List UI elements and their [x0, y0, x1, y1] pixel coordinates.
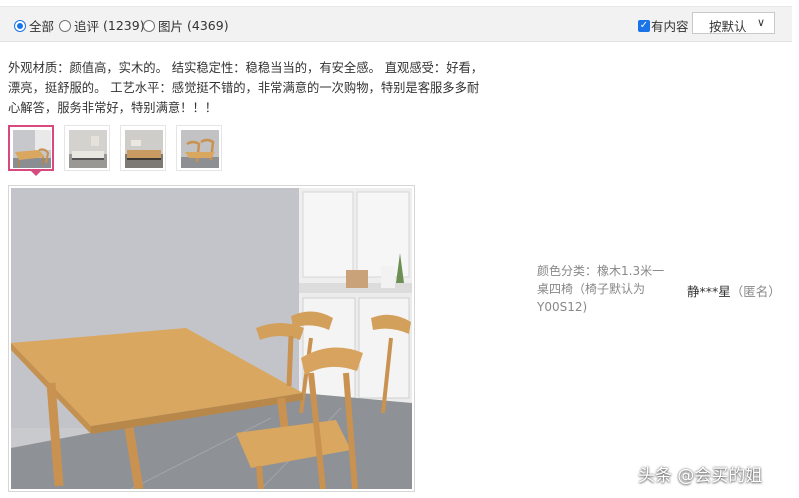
sku-info: 颜色分类：橡木1.3米一桌四椅（椅子默认为Y00S12) [537, 262, 669, 316]
review-thumbnail-2[interactable] [64, 125, 110, 171]
dining-table-photo [11, 188, 412, 489]
review-text: 外观材质：颜值高，实木的。 结实稳定性：稳稳当当的，有安全感。 直观感受：好看，… [8, 61, 484, 115]
review-main-photo[interactable] [8, 185, 415, 492]
reviewer-anonymous: （匿名） [730, 284, 781, 299]
has-content-label: 有内容 [651, 19, 689, 34]
chevron-down-icon: ∨ [756, 16, 765, 29]
filter-all-label: 全部 [29, 19, 55, 34]
reviewer: 静***星（匿名） [687, 281, 781, 300]
radio-pictures[interactable] [143, 19, 155, 32]
filter-pictures-label: 图片 [158, 19, 184, 34]
review-filter-bar: 全部 追评 (1239) 图片 (4369) ✓ 有内容 按默认 ∨ [0, 6, 792, 42]
sort-label: 按默认 [709, 19, 747, 34]
sku-label: 颜色分类： [537, 264, 598, 278]
filter-pictures-option[interactable]: 图片 (4369) [143, 16, 229, 35]
thumbnail-image [13, 130, 51, 168]
has-content-option[interactable]: ✓ 有内容 [638, 16, 689, 35]
thumbnail-image [181, 130, 219, 168]
selected-thumbnail-pointer [31, 171, 41, 176]
thumbnail-image [125, 130, 163, 168]
watermark: 头条 @会买的姐 [638, 466, 763, 486]
radio-followup[interactable] [59, 19, 71, 32]
filter-followup-option[interactable]: 追评 (1239) [59, 16, 145, 35]
thumbnail-image [69, 130, 107, 168]
reviewer-name: 静***星 [687, 284, 731, 299]
radio-all[interactable] [14, 19, 26, 32]
review-thumbnail-1[interactable] [8, 125, 54, 171]
filter-pictures-count: (4369) [187, 18, 229, 33]
sort-dropdown[interactable]: 按默认 ∨ [692, 12, 775, 34]
review-thumbnail-4[interactable] [176, 125, 222, 171]
filter-followup-label: 追评 [74, 19, 100, 34]
review-thumbnail-3[interactable] [120, 125, 166, 171]
filter-all-option[interactable]: 全部 [14, 16, 54, 35]
filter-followup-count: (1239) [103, 18, 145, 33]
checkmark-icon[interactable]: ✓ [638, 19, 650, 32]
